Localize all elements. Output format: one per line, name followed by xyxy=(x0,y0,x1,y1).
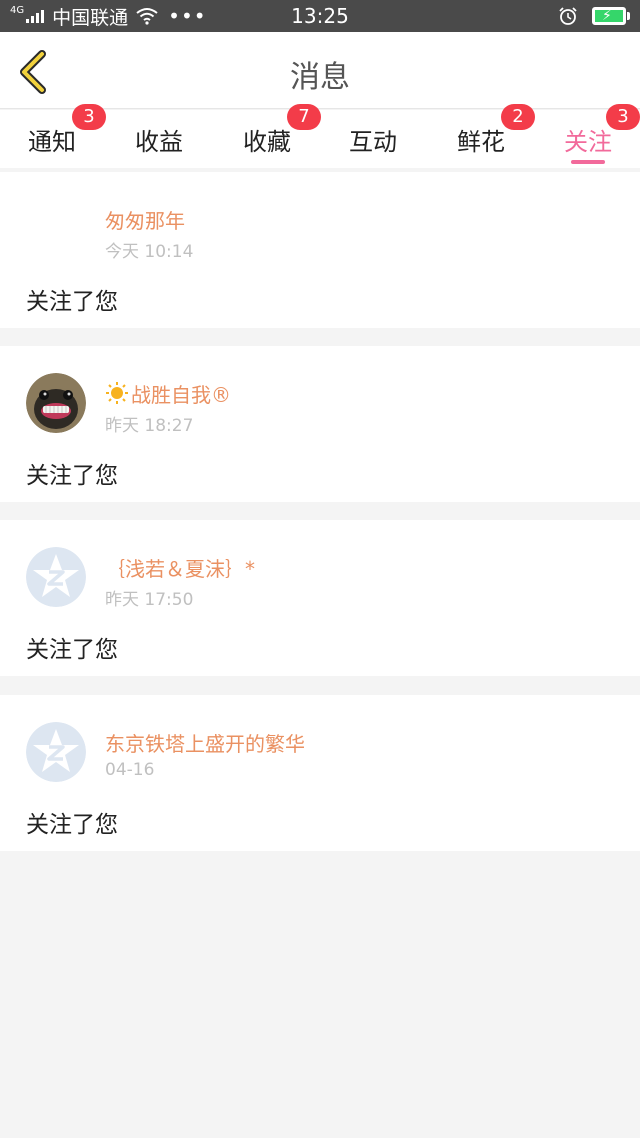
timestamp: 今天 10:14 xyxy=(105,242,194,262)
status-right: ⚡ xyxy=(558,4,630,28)
feed-item[interactable]: 东京铁塔上盛开的繁华 04-16 关注了您 xyxy=(0,695,640,851)
tab-earnings[interactable]: 收益 xyxy=(109,110,209,168)
battery-icon: ⚡ xyxy=(592,7,626,25)
sun-emoji-icon xyxy=(106,382,128,404)
default-avatar-icon xyxy=(26,722,86,782)
tab-label: 收益 xyxy=(135,128,183,156)
timestamp: 昨天 18:27 xyxy=(105,416,194,436)
tab-flowers[interactable]: 鲜花 2 xyxy=(431,104,535,168)
tab-bar: 通知 3 收益 收藏 7 互动 鲜花 2 关注 3 xyxy=(0,104,640,168)
user-name[interactable]: 匆匆那年 xyxy=(105,205,185,234)
battery-tip xyxy=(627,12,630,20)
tab-badge: 2 xyxy=(501,104,535,130)
alarm-icon xyxy=(559,7,577,25)
page-title: 消息 xyxy=(290,60,350,95)
tab-label: 收藏 xyxy=(243,128,291,156)
user-name-text: 战胜自我® xyxy=(131,383,231,407)
message-text: 关注了您 xyxy=(26,463,118,489)
tab-label: 互动 xyxy=(349,128,397,156)
avatar[interactable] xyxy=(26,722,86,782)
tab-favorites[interactable]: 收藏 7 xyxy=(217,104,321,168)
tab-notifications[interactable]: 通知 3 xyxy=(2,104,106,168)
tab-label: 鲜花 xyxy=(457,128,505,156)
timestamp: 昨天 17:50 xyxy=(105,590,194,610)
default-avatar-icon xyxy=(26,547,86,607)
feed-item[interactable]: 匆匆那年 今天 10:14 关注了您 xyxy=(0,172,640,328)
avatar[interactable] xyxy=(26,373,86,433)
timestamp: 04-16 xyxy=(105,760,155,780)
message-text: 关注了您 xyxy=(26,812,118,838)
user-name[interactable]: 战胜自我® xyxy=(105,379,231,408)
user-name[interactable]: 东京铁塔上盛开的繁华 xyxy=(105,728,305,757)
feed-item[interactable]: ｛浅若＆夏沫｝* 昨天 17:50 关注了您 xyxy=(0,520,640,676)
tab-label: 关注 xyxy=(564,128,612,156)
tab-badge: 7 xyxy=(287,104,321,130)
feed-item[interactable]: 战胜自我® 昨天 18:27 关注了您 xyxy=(0,346,640,502)
status-bar: 4G 中国联通 ••• 13:25 ⚡ xyxy=(0,0,640,32)
message-text: 关注了您 xyxy=(26,289,118,315)
message-text: 关注了您 xyxy=(26,637,118,663)
clock: 13:25 xyxy=(291,4,349,28)
nav-header: 消息 xyxy=(0,32,640,109)
tab-badge: 3 xyxy=(606,104,640,130)
pug-avatar-icon xyxy=(26,373,86,433)
tab-label: 通知 xyxy=(28,128,76,156)
active-tab-indicator xyxy=(571,160,605,164)
tab-badge: 3 xyxy=(72,104,106,130)
user-name[interactable]: ｛浅若＆夏沫｝* xyxy=(105,553,255,582)
tab-follow[interactable]: 关注 3 xyxy=(538,104,640,168)
avatar[interactable] xyxy=(26,547,86,607)
tab-interactions[interactable]: 互动 xyxy=(323,110,423,168)
